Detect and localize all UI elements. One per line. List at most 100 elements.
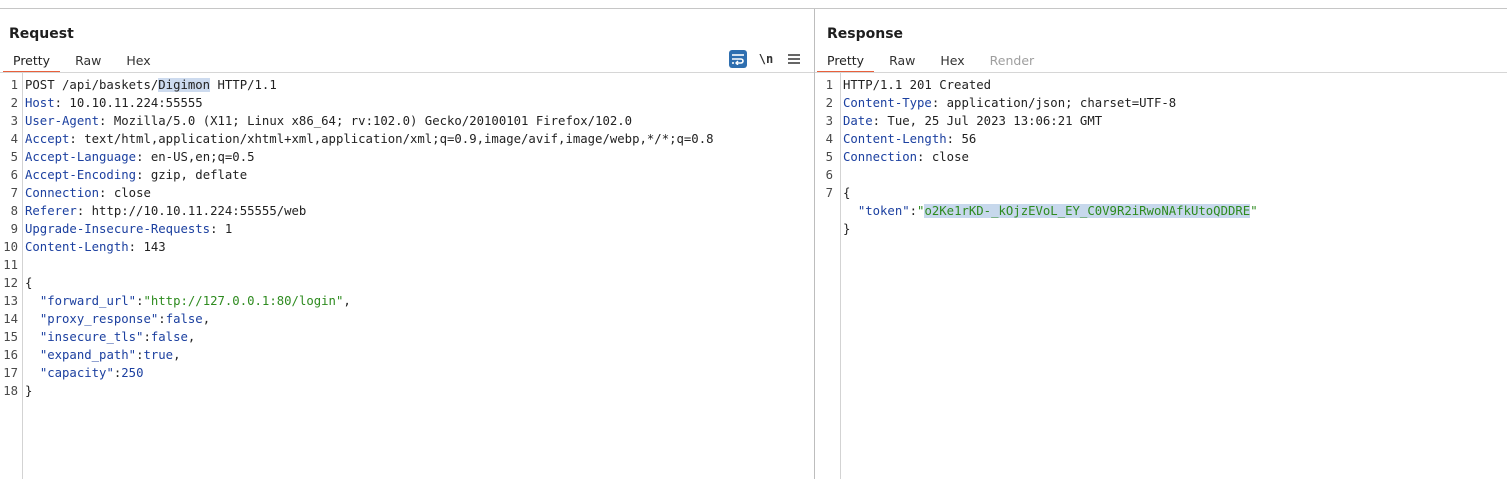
- tab-raw[interactable]: Raw: [65, 51, 111, 71]
- response-tabs: Pretty Raw Hex Render: [817, 51, 1049, 73]
- line-number: 18: [3, 384, 18, 398]
- json-key: "token": [857, 204, 910, 218]
- json-value: 250: [121, 366, 144, 380]
- header-value: : close: [917, 150, 969, 164]
- json-colon: :: [158, 312, 166, 326]
- code-line: 8 Referer: http://10.10.11.224:55555/web: [0, 202, 814, 220]
- request-tabs: Pretty Raw Hex: [3, 51, 166, 73]
- tab-raw[interactable]: Raw: [879, 51, 925, 71]
- json-comma: ,: [202, 312, 211, 326]
- request-method-path: POST /api/baskets/: [25, 78, 159, 92]
- line-number: 17: [3, 366, 18, 380]
- header-value: : text/html,application/xhtml+xml,applic…: [69, 132, 714, 146]
- tab-render[interactable]: Render: [980, 51, 1045, 71]
- line-number: 7: [10, 186, 18, 200]
- status-line: HTTP/1.1 201 Created: [843, 78, 992, 92]
- json-key: "proxy_response": [39, 312, 159, 326]
- line-number: 1: [825, 78, 833, 92]
- header-name: User-Agent: [25, 114, 100, 128]
- code-line: 1 HTTP/1.1 201 Created: [815, 76, 1507, 94]
- header-value: : Tue, 25 Jul 2023 13:06:21 GMT: [872, 114, 1103, 128]
- header-value: : 10.10.11.224:55555: [54, 96, 203, 110]
- code-line: 6: [815, 166, 1507, 184]
- header-value: : 56: [946, 132, 977, 146]
- response-title: Response: [827, 26, 904, 42]
- http-version: HTTP/1.1: [210, 78, 277, 92]
- wrap-lines-icon[interactable]: [729, 50, 747, 68]
- json-value: false: [150, 330, 188, 344]
- header-name: Content-Type: [843, 96, 932, 110]
- line-number: 14: [3, 312, 18, 326]
- line-number: 10: [3, 240, 18, 254]
- request-panel: Request Pretty Raw Hex \n 1 POST /api/ba…: [0, 9, 814, 479]
- line-number: 6: [10, 168, 18, 182]
- code-line: 4 Content-Length: 56: [815, 130, 1507, 148]
- code-line: 6 Accept-Encoding: gzip, deflate: [0, 166, 814, 184]
- json-colon: :: [909, 204, 918, 218]
- line-number: 2: [10, 96, 18, 110]
- response-editor[interactable]: 1 HTTP/1.1 201 Created 2 Content-Type: app…: [815, 73, 1507, 479]
- json-comma: ,: [173, 348, 181, 362]
- json-open-brace: {: [25, 276, 33, 290]
- line-number: 6: [825, 168, 833, 182]
- line-number: 5: [825, 150, 833, 164]
- request-toolbar: \n: [719, 50, 803, 68]
- header-value: : application/json; charset=UTF-8: [931, 96, 1177, 110]
- request-title: Request: [9, 26, 74, 42]
- code-line: 14 "proxy_response":false,: [0, 310, 814, 328]
- code-line: }: [815, 220, 1507, 238]
- line-number: 11: [3, 258, 18, 272]
- tab-hex[interactable]: Hex: [116, 51, 160, 71]
- code-line: 4 Accept: text/html,application/xhtml+xml…: [0, 130, 814, 148]
- code-line: 2 Content-Type: application/json; charset…: [815, 94, 1507, 112]
- code-line: 11: [0, 256, 814, 274]
- selected-basket-name[interactable]: Digimon: [158, 78, 211, 92]
- tab-pretty[interactable]: Pretty: [3, 51, 61, 73]
- json-value: true: [143, 348, 174, 362]
- tab-hex[interactable]: Hex: [930, 51, 974, 71]
- header-value: : Mozilla/5.0 (X11; Linux x86_64; rv:102…: [99, 114, 633, 128]
- hamburger-menu-icon[interactable]: [785, 50, 803, 68]
- code-line: 15 "insecure_tls":false,: [0, 328, 814, 346]
- newline-toggle-button[interactable]: \n: [757, 50, 775, 68]
- code-line: 7{: [815, 184, 1507, 202]
- json-value: "http://127.0.0.1:80/login": [143, 294, 344, 308]
- header-name: Upgrade-Insecure-Requests: [25, 222, 211, 236]
- code-line: 13 "forward_url":"http://127.0.0.1:80/lo…: [0, 292, 814, 310]
- token-value[interactable]: o2Ke1rKD-_kOjzEVoL_EY_C0V9R2iRwoNAfkUtoQ…: [924, 204, 1251, 218]
- json-key: "forward_url": [39, 294, 137, 308]
- json-key: "expand_path": [39, 348, 137, 362]
- code-line: 2 Host: 10.10.11.224:55555: [0, 94, 814, 112]
- json-comma: ,: [187, 330, 196, 344]
- header-name: Referer: [25, 204, 77, 218]
- line-number: 5: [10, 150, 18, 164]
- header-name: Accept-Encoding: [25, 168, 137, 182]
- code-line: 1 POST /api/baskets/Digimon HTTP/1.1: [0, 76, 814, 94]
- line-number: 12: [3, 276, 18, 290]
- tab-pretty[interactable]: Pretty: [817, 51, 875, 73]
- json-key: "insecure_tls": [39, 330, 144, 344]
- code-line: "token": "o2Ke1rKD-_kOjzEVoL_EY_C0V9R2iRw…: [815, 202, 1507, 220]
- header-name: Accept-Language: [25, 150, 137, 164]
- line-number: 3: [10, 114, 18, 128]
- code-line: 9 Upgrade-Insecure-Requests: 1: [0, 220, 814, 238]
- response-panel: Response Pretty Raw Hex Render 1 HTTP/1.1…: [815, 9, 1507, 479]
- header-value: : 1: [210, 222, 233, 236]
- json-comma: ,: [343, 294, 351, 308]
- line-number: 4: [10, 132, 18, 146]
- header-name: Accept: [25, 132, 70, 146]
- code-line: 12 {: [0, 274, 814, 292]
- code-line: 18}: [0, 382, 814, 400]
- json-open-brace: {: [843, 186, 851, 200]
- line-number: 15: [3, 330, 18, 344]
- header-value: : gzip, deflate: [136, 168, 248, 182]
- header-value: : en-US,en;q=0.5: [136, 150, 255, 164]
- json-close-brace: }: [25, 384, 33, 398]
- line-number: 2: [825, 96, 833, 110]
- json-close-brace: }: [843, 222, 851, 236]
- code-line: 17 "capacity":250: [0, 364, 814, 382]
- header-value: : close: [99, 186, 151, 200]
- json-quote: ": [1250, 204, 1258, 218]
- request-editor[interactable]: 1 POST /api/baskets/Digimon HTTP/1.1 2 Hos…: [0, 73, 814, 479]
- line-number: 13: [3, 294, 18, 308]
